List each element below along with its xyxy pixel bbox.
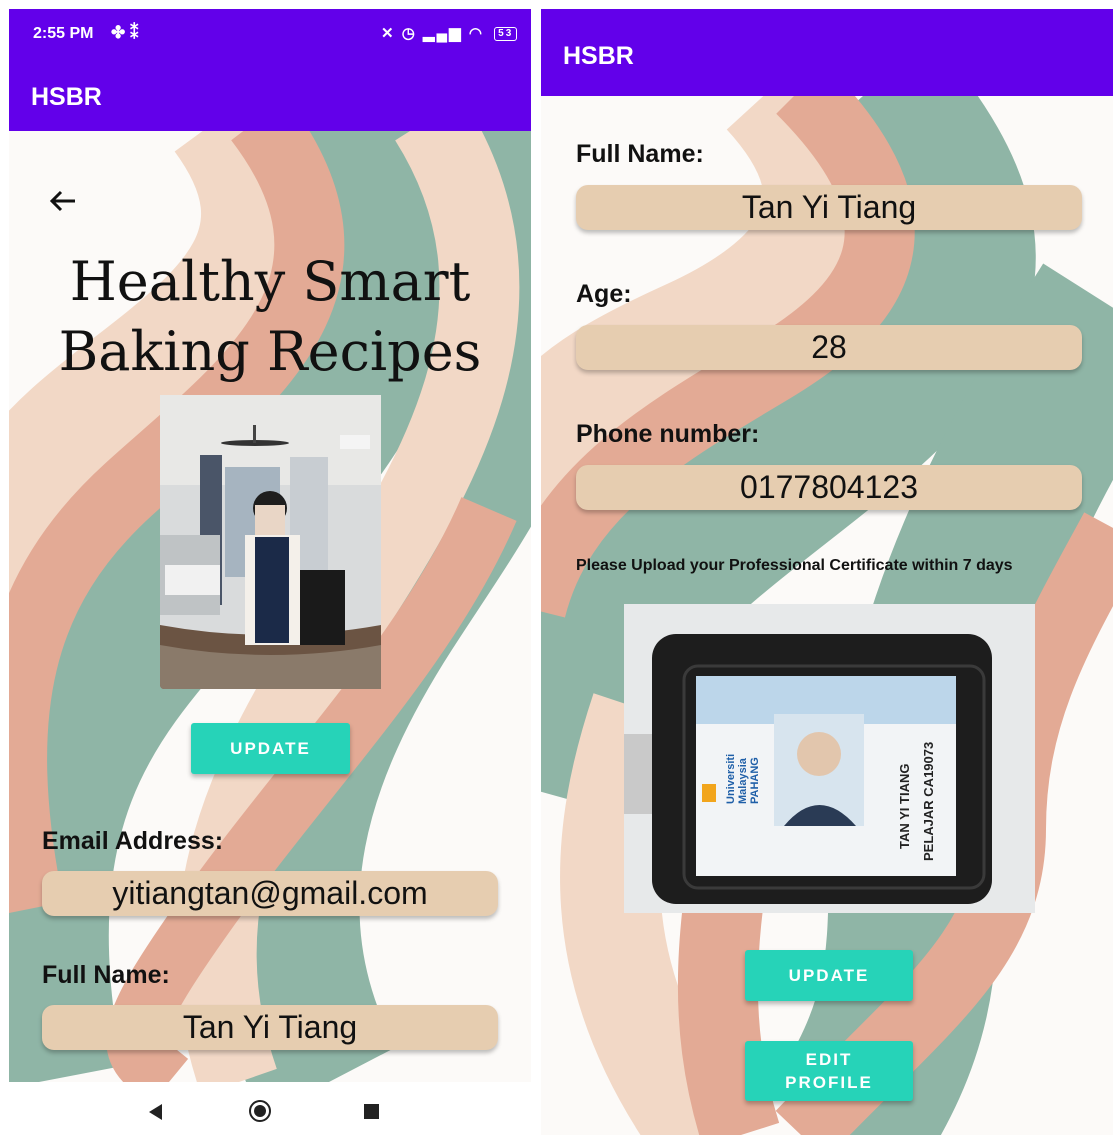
status-left-icons: ✤ ⁑ (111, 23, 138, 43)
left-screen: 2:55 PM ✤ ⁑ ✕ ◷ ▂▄▆ ◠ 53 HSBR Healthy Sm… (9, 9, 531, 1082)
university-line-3: PAHANG (749, 757, 761, 804)
card-id: PELAJAR CA19073 (921, 742, 936, 861)
right-screen: HSBR Full Name: Tan Yi Tiang Age: 28 Pho… (541, 9, 1113, 1135)
age-field[interactable]: 28 (576, 325, 1082, 370)
card-name: TAN YI TIANG (897, 764, 912, 849)
steps-icon: ⁑ (129, 23, 139, 42)
edit-profile-button[interactable]: EDIT PROFILE (745, 1041, 913, 1101)
certificate-photo[interactable]: Universiti Malaysia PAHANG TAN YI TIANG … (624, 604, 1035, 913)
fan-icon: ✤ (111, 23, 126, 42)
update-certificate-button[interactable]: UPDATE (745, 950, 913, 1001)
status-right-icons: ✕ ◷ ▂▄▆ ◠ 53 (381, 24, 518, 42)
heading-line-2: Baking Recipes (58, 320, 482, 383)
status-bar: 2:55 PM ✤ ⁑ ✕ ◷ ▂▄▆ ◠ 53 (9, 9, 531, 59)
phone-label: Phone number: (576, 420, 760, 448)
certificate-notice: Please Upload your Professional Certific… (576, 557, 1013, 574)
alarm-off-icon: ✕ (381, 25, 396, 42)
age-label: Age: (576, 280, 632, 308)
navigation-bar (0, 1082, 541, 1135)
battery-icon: 53 (494, 27, 518, 42)
fullname-label: Full Name: (576, 140, 704, 168)
app-bar: HSBR (541, 9, 1113, 96)
back-icon[interactable] (149, 1104, 162, 1120)
email-field[interactable]: yitiangtan@gmail.com (42, 871, 498, 916)
recents-icon[interactable] (364, 1104, 379, 1119)
university-line-1: Universiti (725, 754, 737, 804)
heading-line-1: Healthy Smart (69, 250, 471, 313)
email-label: Email Address: (42, 827, 224, 855)
wifi-icon: ◠ (468, 25, 484, 42)
signal-icon: ▂▄▆ (423, 25, 463, 42)
app-title: HSBR (31, 83, 102, 111)
fullname-field[interactable]: Tan Yi Tiang (576, 185, 1082, 230)
fullname-label: Full Name: (42, 961, 170, 989)
app-heading: Healthy Smart Baking Recipes (29, 247, 511, 387)
phone-field[interactable]: 0177804123 (576, 465, 1082, 510)
status-time: 2:55 PM (33, 25, 94, 42)
app-bar: HSBR (9, 59, 531, 131)
back-arrow-icon[interactable] (47, 185, 79, 217)
update-photo-button[interactable]: UPDATE (191, 723, 350, 774)
alarm-icon: ◷ (401, 25, 417, 42)
home-icon[interactable] (249, 1100, 271, 1122)
profile-photo[interactable] (160, 395, 381, 689)
fullname-field[interactable]: Tan Yi Tiang (42, 1005, 498, 1050)
app-title: HSBR (563, 42, 634, 70)
university-line-2: Malaysia (737, 757, 749, 804)
